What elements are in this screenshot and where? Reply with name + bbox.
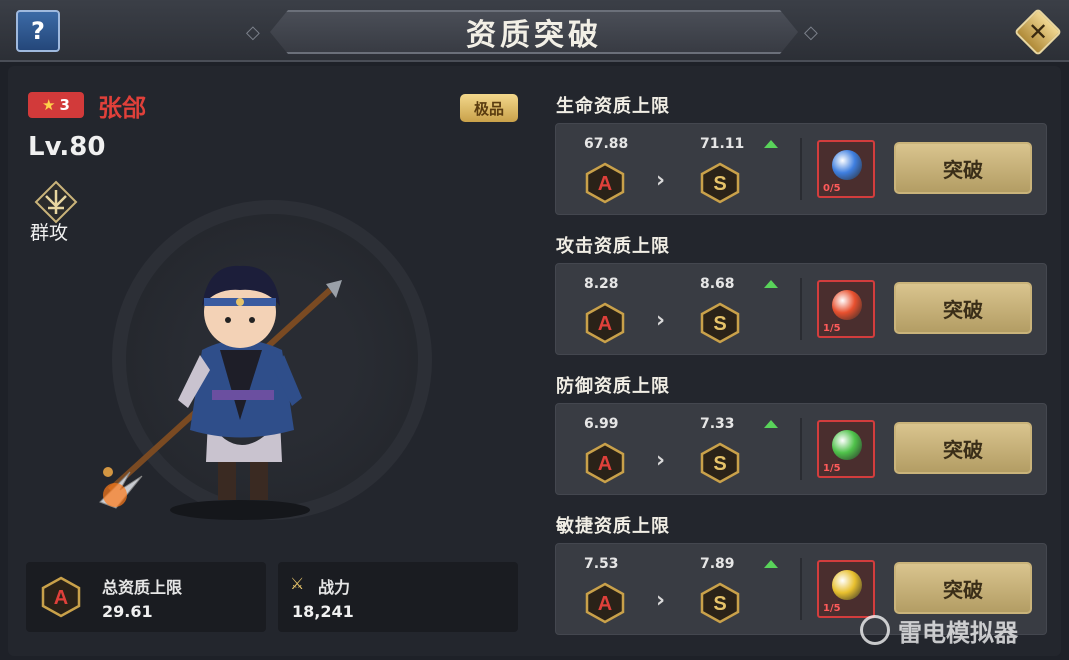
rank-letter: A [598,173,612,195]
hero-character-image [99,265,342,520]
star-count: 3 [59,96,70,114]
current-rank-badge-icon: A [584,302,626,344]
next-rank-badge-icon: S [699,582,741,624]
rank-a-badge-icon: A [40,576,82,618]
rank-letter: A [54,587,68,609]
page-title: 资质突破 [466,18,602,53]
total-aptitude-box: A 总资质上限 29.61 [26,562,266,632]
aptitude-row: 8.28 8.68 A › S 1/5 突破 [555,263,1047,355]
rank-letter: S [713,313,726,335]
increase-arrow-icon [764,420,778,428]
aptitude-row: 6.99 7.33 A › S 1/5 突破 [555,403,1047,495]
divider [800,138,802,200]
chevron-right-icon: › [656,588,666,613]
increase-arrow-icon [764,560,778,568]
rank-letter: A [598,593,612,615]
total-aptitude-value: 29.61 [102,602,153,621]
divider [800,558,802,620]
break-material-slot[interactable]: 1/5 [817,560,875,618]
next-value: 8.68 [700,276,735,292]
rank-letter: A [598,313,612,335]
increase-arrow-icon [764,280,778,288]
material-orb-icon [832,290,862,320]
next-value: 7.33 [700,416,735,432]
current-value: 67.88 [584,136,629,152]
next-rank-badge-icon: S [699,442,741,484]
break-button[interactable]: 突破 [894,282,1032,334]
sword-icon: ⚔ [290,574,305,593]
title-left-ornament-icon: ◇ [246,22,260,43]
emulator-logo-icon [860,615,890,645]
break-button[interactable]: 突破 [894,422,1032,474]
current-value: 6.99 [584,416,619,432]
combat-power-label: 战力 [318,578,351,597]
chevron-right-icon: › [656,308,666,333]
aptitude-title: 敏捷资质上限 [556,516,670,537]
divider [800,278,802,340]
divider [800,418,802,480]
aptitude-title: 生命资质上限 [556,96,670,117]
break-button[interactable]: 突破 [894,562,1032,614]
next-value: 71.11 [700,136,745,152]
current-rank-badge-icon: A [584,582,626,624]
star-badge: ★ 3 [28,92,84,118]
break-material-slot[interactable]: 1/5 [817,420,875,478]
material-count: 1/5 [823,463,841,474]
material-count: 0/5 [823,183,841,194]
rank-letter: S [713,453,726,475]
hero-level: Lv.80 [28,132,106,162]
break-button[interactable]: 突破 [894,142,1032,194]
emulator-watermark: 雷电模拟器 [860,612,1018,648]
material-orb-icon [832,570,862,600]
watermark-text: 雷电模拟器 [898,618,1018,647]
current-rank-badge-icon: A [584,162,626,204]
close-icon: ✕ [1027,18,1049,46]
grade-tag: 极品 [460,94,518,122]
aptitude-title: 防御资质上限 [556,376,670,397]
total-aptitude-label: 总资质上限 [102,578,183,597]
rank-letter: A [598,453,612,475]
hero-name: 张郃 [98,93,146,122]
help-button[interactable]: ? [16,10,60,52]
increase-arrow-icon [764,140,778,148]
material-orb-icon [832,430,862,460]
material-count: 1/5 [823,323,841,334]
close-button[interactable]: ✕ [1013,7,1063,57]
next-rank-badge-icon: S [699,162,741,204]
material-orb-icon [832,150,862,180]
next-value: 7.89 [700,556,735,572]
skill-label: 群攻 [30,222,69,244]
title-plate: 资质突破 [270,10,798,54]
rank-letter: S [713,173,726,195]
material-count: 1/5 [823,603,841,614]
next-rank-badge-icon: S [699,302,741,344]
title-right-ornament-icon: ◇ [804,22,818,43]
rank-letter: S [713,593,726,615]
top-bar: ? ◇ 资质突破 ◇ ✕ [0,0,1069,62]
current-value: 8.28 [584,276,619,292]
chevron-right-icon: › [656,448,666,473]
break-material-slot[interactable]: 0/5 [817,140,875,198]
combat-power-box: ⚔ 战力 18,241 [278,562,518,632]
chevron-right-icon: › [656,168,666,193]
aptitude-title: 攻击资质上限 [556,236,670,257]
break-material-slot[interactable]: 1/5 [817,280,875,338]
star-icon: ★ [42,96,56,114]
combat-power-value: 18,241 [292,602,354,621]
current-rank-badge-icon: A [584,442,626,484]
aptitude-row: 67.88 71.11 A › S 0/5 突破 [555,123,1047,215]
current-value: 7.53 [584,556,619,572]
